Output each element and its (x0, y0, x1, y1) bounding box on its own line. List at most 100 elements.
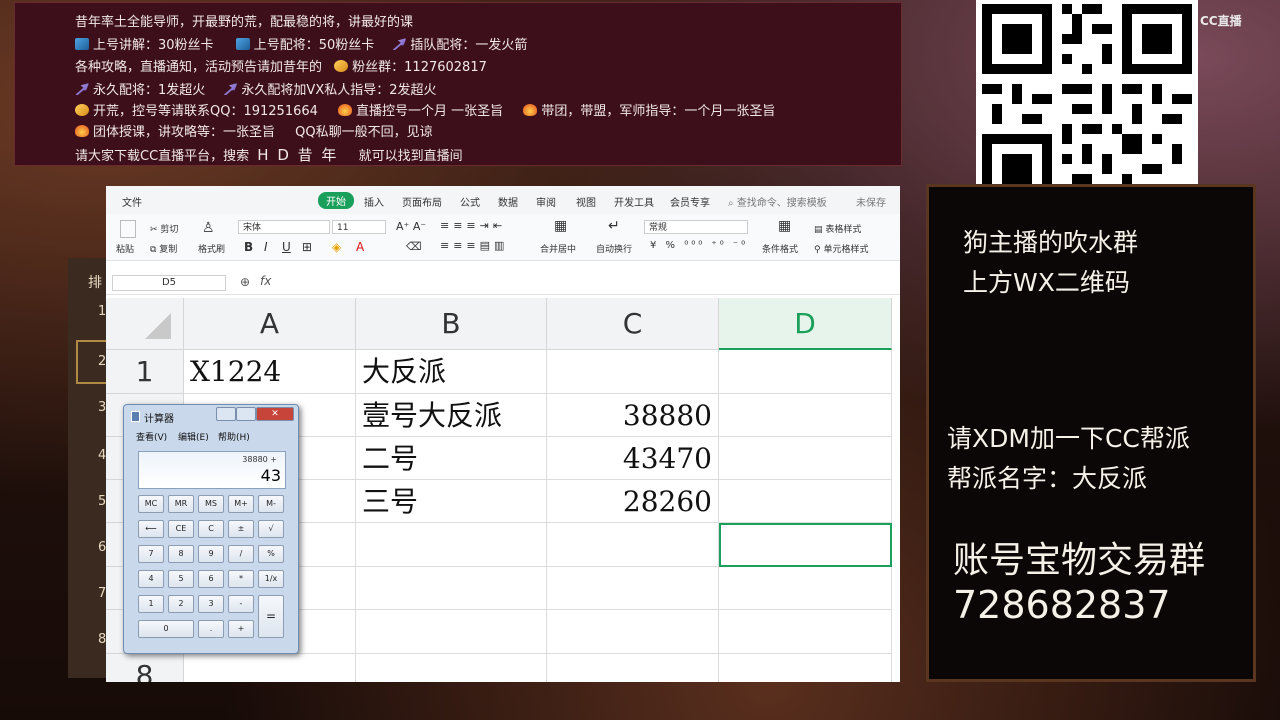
zoom-icon[interactable]: ⊕ (240, 275, 250, 289)
wrap-text-icon[interactable]: ↵ (608, 218, 620, 234)
align-icons-row2[interactable]: ≡≡≡▤▥ (440, 239, 508, 252)
cell-d7[interactable] (719, 610, 892, 654)
key-backspace[interactable]: ⟵ (138, 520, 164, 538)
cell-d2[interactable] (719, 394, 892, 437)
column-header-b[interactable]: B (356, 298, 547, 350)
merge-center-button[interactable]: 合并居中 (540, 242, 576, 255)
cell-c8[interactable] (547, 654, 719, 682)
bold-button[interactable]: B (244, 240, 253, 254)
align-icons-row1[interactable]: ≡≡≡⇥⇤ (440, 219, 506, 232)
menu-file[interactable]: 文件 (122, 194, 142, 209)
tab-member[interactable]: 会员专享 (670, 194, 710, 209)
font-color-icon[interactable]: A (356, 240, 364, 254)
cell-c7[interactable] (547, 610, 719, 654)
minimize-button[interactable] (216, 407, 236, 421)
key-c[interactable]: C (198, 520, 224, 538)
font-family-select[interactable]: 宋体 (238, 220, 330, 234)
format-painter-button[interactable]: 格式刷 (198, 242, 225, 255)
maximize-button[interactable] (236, 407, 256, 421)
font-size-select[interactable]: 11 (332, 220, 386, 234)
cell-b2[interactable]: 壹号大反派 (356, 394, 547, 437)
cell-d1[interactable] (719, 350, 892, 394)
paste-button[interactable]: 粘贴 (116, 242, 134, 255)
fx-icon[interactable]: fx (260, 274, 271, 288)
cell-b1[interactable]: 大反派 (356, 350, 547, 394)
key-6[interactable]: 6 (198, 570, 224, 588)
key-5[interactable]: 5 (168, 570, 194, 588)
key-mc[interactable]: MC (138, 495, 164, 513)
tab-insert[interactable]: 插入 (364, 194, 384, 209)
table-style-button[interactable]: ▤ 表格样式 (814, 222, 861, 235)
number-format-icons[interactable]: ¥ % ⁰⁰⁰ ⁺⁰ ⁻⁰ (650, 240, 748, 251)
column-header-d[interactable]: D (719, 298, 892, 350)
tab-view[interactable]: 视图 (576, 194, 596, 209)
tab-page-layout[interactable]: 页面布局 (402, 194, 442, 209)
cell-d3[interactable] (719, 437, 892, 480)
key-sqrt[interactable]: √ (258, 520, 284, 538)
key-percent[interactable]: % (258, 545, 284, 563)
cell-d4[interactable] (719, 480, 892, 523)
wrap-text-button[interactable]: 自动换行 (596, 242, 632, 255)
italic-button[interactable]: I (264, 240, 268, 254)
key-9[interactable]: 9 (198, 545, 224, 563)
key-0[interactable]: 0 (138, 620, 194, 638)
key-3[interactable]: 3 (198, 595, 224, 613)
key-4[interactable]: 4 (138, 570, 164, 588)
name-box[interactable]: D5 (112, 275, 226, 291)
copy-button[interactable]: ⧉ 复制 (150, 242, 177, 255)
tab-developer[interactable]: 开发工具 (614, 194, 654, 209)
key-mr[interactable]: MR (168, 495, 194, 513)
tab-review[interactable]: 审阅 (536, 194, 556, 209)
increase-font-icon[interactable]: A⁺ A⁻ (396, 220, 426, 233)
column-header-a[interactable]: A (184, 298, 356, 350)
format-painter-icon[interactable]: ♙ (202, 220, 215, 236)
cell-b5[interactable] (356, 523, 547, 567)
key-equals[interactable]: = (258, 595, 284, 638)
conditional-format-icon[interactable]: ▦ (778, 218, 791, 234)
cell-c3[interactable]: 43470 (547, 437, 719, 480)
menu-view[interactable]: 查看(V) (136, 430, 167, 443)
cell-b4[interactable]: 三号 (356, 480, 547, 523)
tab-start[interactable]: 开始 (318, 192, 354, 209)
cell-b7[interactable] (356, 610, 547, 654)
cell-c1[interactable] (547, 350, 719, 394)
key-8[interactable]: 8 (168, 545, 194, 563)
paste-icon[interactable] (120, 220, 136, 238)
cell-c5[interactable] (547, 523, 719, 567)
command-search[interactable]: ⌕ 查找命令、搜索模板 (728, 194, 827, 209)
conditional-format-button[interactable]: 条件格式 (762, 242, 798, 255)
close-button[interactable]: ✕ (256, 407, 294, 421)
cell-b8[interactable] (356, 654, 547, 682)
key-mplus[interactable]: M+ (228, 495, 254, 513)
column-header-c[interactable]: C (547, 298, 719, 350)
key-subtract[interactable]: - (228, 595, 254, 613)
borders-icon[interactable]: ⊞ (302, 240, 312, 254)
tab-formula[interactable]: 公式 (460, 194, 480, 209)
key-ms[interactable]: MS (198, 495, 224, 513)
key-multiply[interactable]: * (228, 570, 254, 588)
underline-button[interactable]: U (282, 240, 291, 254)
key-1[interactable]: 1 (138, 595, 164, 613)
menu-edit[interactable]: 编辑(E) (178, 430, 209, 443)
select-all-corner[interactable] (106, 298, 184, 350)
cell-b6[interactable] (356, 567, 547, 610)
cell-d6[interactable] (719, 567, 892, 610)
row-header[interactable]: 1 (106, 350, 184, 394)
number-format-select[interactable]: 常规 (644, 220, 748, 234)
cell-a1[interactable]: X1224 (184, 350, 356, 394)
merge-center-icon[interactable]: ▦ (554, 218, 567, 234)
fill-color-icon[interactable]: ◈ (332, 240, 341, 254)
tab-data[interactable]: 数据 (498, 194, 518, 209)
key-reciprocal[interactable]: 1/x (258, 570, 284, 588)
key-ce[interactable]: CE (168, 520, 194, 538)
cell-c6[interactable] (547, 567, 719, 610)
cell-c4[interactable]: 28260 (547, 480, 719, 523)
key-plusminus[interactable]: ± (228, 520, 254, 538)
cut-button[interactable]: ✂ 剪切 (150, 222, 178, 235)
menu-help[interactable]: 帮助(H) (218, 430, 250, 443)
cell-c2[interactable]: 38880 (547, 394, 719, 437)
key-mminus[interactable]: M- (258, 495, 284, 513)
key-7[interactable]: 7 (138, 545, 164, 563)
key-decimal[interactable]: . (198, 620, 224, 638)
cell-style-button[interactable]: ⚲ 单元格样式 (814, 242, 868, 255)
